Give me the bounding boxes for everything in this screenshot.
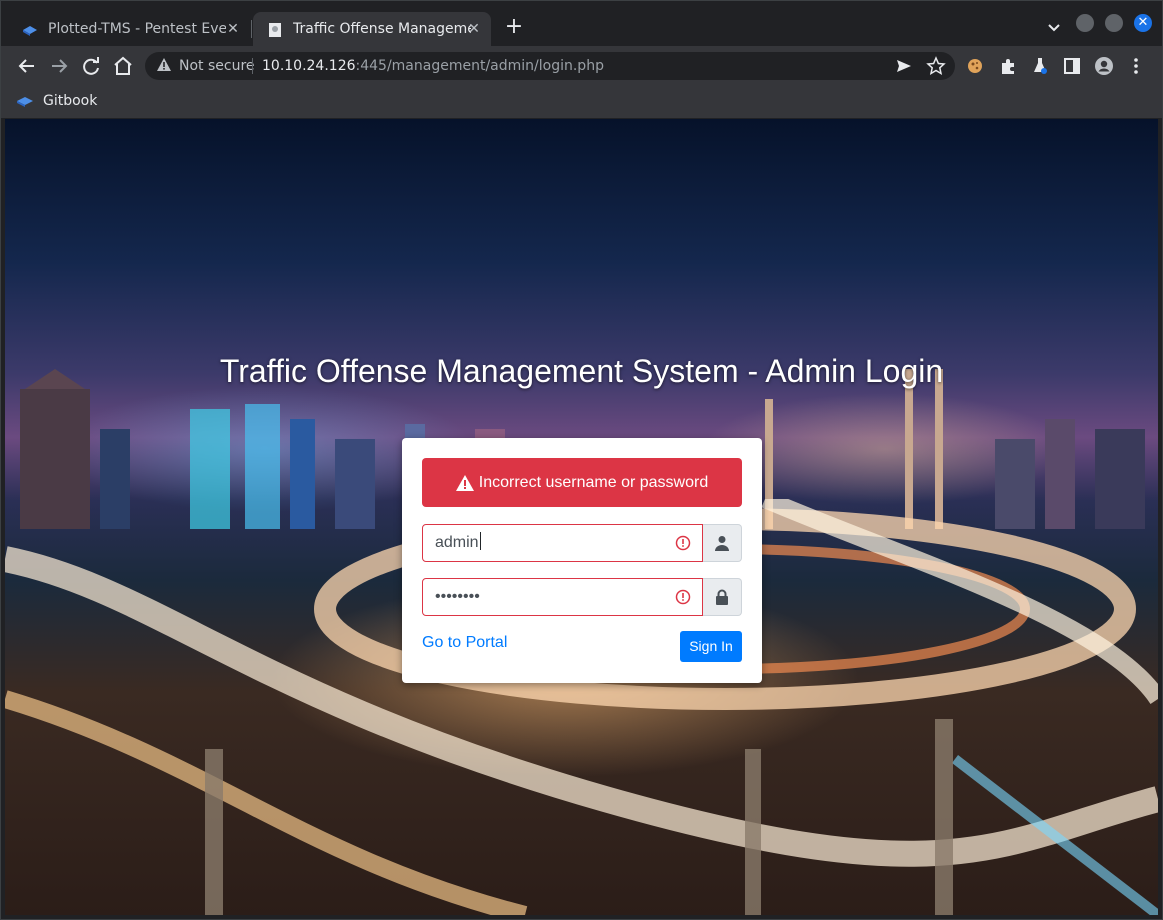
invalid-field-icon: [675, 535, 691, 551]
forward-icon[interactable]: [47, 54, 71, 78]
go-to-portal-link[interactable]: Go to Portal: [422, 633, 507, 653]
tab-traffic-offense[interactable]: Traffic Offense Manageme ✕: [253, 12, 491, 46]
tab-plotted-tms[interactable]: Plotted-TMS - Pentest Eve ✕: [8, 12, 250, 46]
lock-addon: [703, 578, 742, 616]
page-viewport: Traffic Offense Management System - Admi…: [5, 119, 1158, 915]
username-group: admin: [422, 524, 742, 562]
password-value: ••••••••: [435, 588, 480, 605]
invalid-field-icon: [675, 589, 691, 605]
tab-title: Plotted-TMS - Pentest Eve: [48, 21, 226, 37]
tab-close-icon[interactable]: ✕: [224, 20, 242, 38]
back-icon[interactable]: [15, 54, 39, 78]
maximize-button[interactable]: [1105, 14, 1123, 32]
new-tab-button[interactable]: +: [502, 15, 526, 39]
close-window-button[interactable]: ✕: [1134, 14, 1152, 32]
lock-icon: [716, 589, 728, 605]
password-group: ••••••••: [422, 578, 742, 616]
user-icon: [715, 536, 729, 551]
bookmark-star-icon[interactable]: [926, 56, 946, 76]
tab-search-chevron-icon[interactable]: [1043, 16, 1065, 38]
text-caret: [479, 532, 481, 550]
send-tab-icon[interactable]: [894, 56, 914, 76]
username-input[interactable]: admin: [422, 524, 703, 562]
bookmarks-bar: [0, 86, 1163, 116]
side-panel-icon[interactable]: [1062, 56, 1082, 76]
bookmark-gitbook[interactable]: Gitbook: [16, 90, 97, 112]
site-favicon-icon: [269, 23, 281, 37]
reload-icon[interactable]: [79, 54, 103, 78]
sign-in-button[interactable]: Sign In: [680, 631, 742, 662]
cookie-extension-icon[interactable]: [965, 56, 985, 76]
labs-flask-icon[interactable]: [1030, 56, 1050, 76]
page-title: Traffic Offense Management System - Admi…: [219, 353, 944, 389]
url-host: 10.10.24.126: [262, 58, 356, 74]
tab-title: Traffic Offense Manageme: [293, 21, 471, 37]
url-text[interactable]: 10.10.24.126:445/management/admin/login.…: [262, 57, 604, 75]
security-label[interactable]: Not secure: [179, 57, 255, 75]
gitbook-favicon-icon: [23, 26, 37, 36]
user-addon: [703, 524, 742, 562]
home-icon[interactable]: [111, 54, 135, 78]
login-card: Incorrect username or password admin •••…: [402, 438, 762, 683]
warning-icon[interactable]: [156, 57, 172, 73]
extensions-puzzle-icon[interactable]: [998, 56, 1018, 76]
url-path: :445/management/admin/login.php: [355, 58, 604, 74]
menu-kebab-icon[interactable]: [1126, 56, 1146, 76]
password-input[interactable]: ••••••••: [422, 578, 703, 616]
address-divider: [252, 58, 253, 74]
bookmark-label: Gitbook: [43, 93, 98, 109]
minimize-button[interactable]: [1076, 14, 1094, 32]
warning-triangle-icon: [455, 474, 474, 491]
alert-text: Incorrect username or password: [478, 473, 709, 491]
tab-close-icon[interactable]: ✕: [465, 20, 483, 38]
error-alert: Incorrect username or password: [422, 458, 742, 507]
username-value: admin: [435, 534, 479, 551]
tab-divider: [251, 20, 252, 38]
gitbook-icon: [17, 97, 33, 107]
profile-avatar-icon[interactable]: [1094, 56, 1114, 76]
